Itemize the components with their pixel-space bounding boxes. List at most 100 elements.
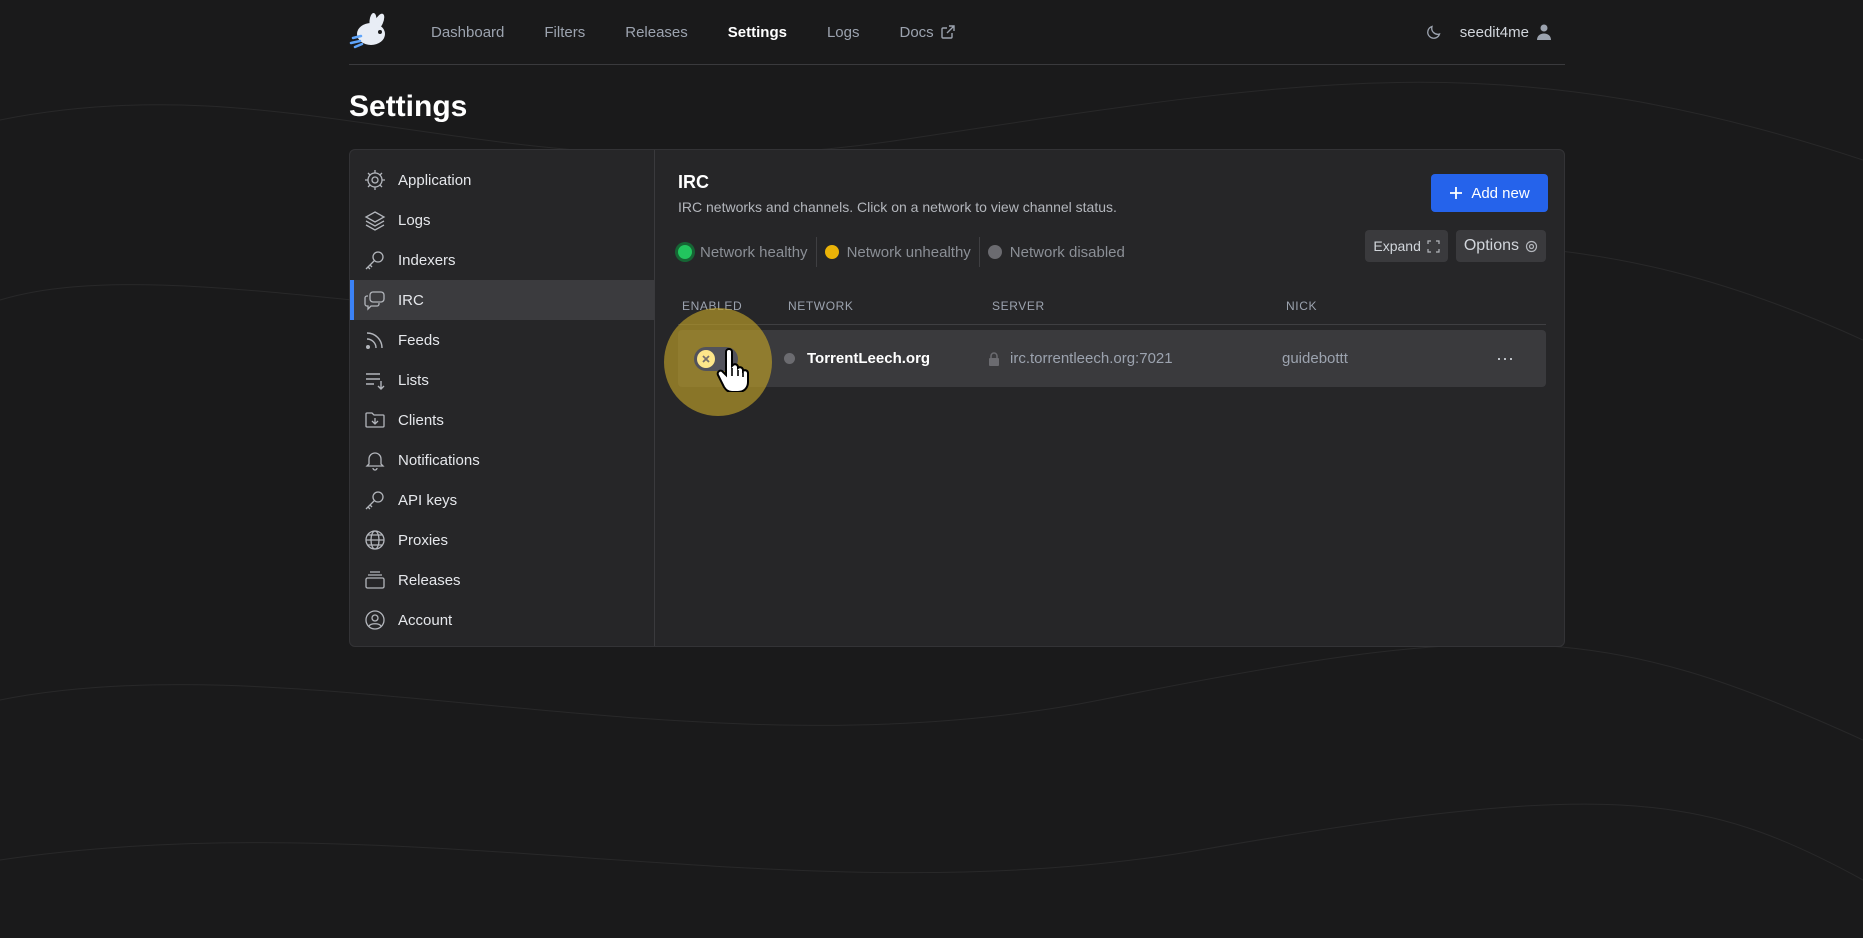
username: seedit4me (1459, 23, 1529, 41)
healthy-dot (678, 245, 692, 259)
list-icon (364, 369, 386, 391)
column-nick[interactable]: Nick (1286, 299, 1486, 313)
x-icon (702, 354, 710, 363)
irc-toolbar: Expand Options (1365, 230, 1546, 262)
nav-dashboard-label: Dashboard (431, 23, 505, 41)
network-cell: TorrentLeech.org (784, 350, 988, 367)
column-server[interactable]: Server (992, 299, 1286, 313)
user-icon (1537, 24, 1551, 40)
nav-settings[interactable]: Settings (708, 24, 807, 41)
sidebar-item-label: Proxies (398, 531, 449, 549)
sidebar-item-application[interactable]: Application (350, 160, 654, 200)
options-label: Options (1463, 237, 1519, 254)
bell-icon (364, 449, 386, 471)
sidebar-item-label: Account (398, 611, 453, 629)
column-enabled[interactable]: Enabled (682, 299, 788, 313)
sidebar-item-label: Application (398, 171, 472, 189)
enabled-toggle[interactable] (694, 346, 738, 371)
expand-button[interactable]: Expand (1365, 230, 1448, 262)
legend-healthy: Network healthy (678, 237, 816, 267)
settings-sidebar: Application Logs Indexers IRC Feeds List… (350, 150, 655, 646)
sidebar-item-label: Indexers (398, 251, 456, 269)
nav-logs-label: Logs (826, 23, 860, 41)
user-menu[interactable]: seedit4me (1460, 24, 1551, 41)
key-icon (364, 249, 386, 271)
lock-icon (989, 351, 999, 366)
layers-icon (364, 209, 386, 231)
nav-settings-label: Settings (727, 23, 787, 41)
sidebar-item-api-keys[interactable]: API keys (350, 480, 654, 520)
nav-filters[interactable]: Filters (524, 24, 605, 41)
sidebar-item-lists[interactable]: Lists (350, 360, 654, 400)
nav-docs-label: Docs (899, 23, 934, 41)
sidebar-item-label: API keys (398, 491, 458, 509)
legend-healthy-label: Network healthy (700, 243, 808, 261)
nav-logs[interactable]: Logs (807, 24, 880, 41)
top-navbar: Dashboard Filters Releases Settings Logs… (349, 0, 1565, 65)
sidebar-item-label: Feeds (398, 331, 440, 349)
globe-icon (364, 529, 386, 551)
sidebar-item-label: Clients (398, 411, 444, 429)
nav-right: seedit4me (1426, 24, 1551, 41)
irc-title: IRC (678, 172, 709, 192)
unhealthy-dot (824, 245, 839, 259)
nav-links: Dashboard Filters Releases Settings Logs… (411, 24, 976, 41)
column-network[interactable]: Network (788, 299, 992, 313)
gear-icon (364, 169, 386, 191)
moon-icon[interactable] (1426, 24, 1442, 40)
add-network-label: Add new (1471, 184, 1530, 202)
irc-networks-table: Enabled Network Server Nick (664, 299, 1546, 416)
add-network-button[interactable]: Add new (1431, 174, 1548, 212)
sidebar-item-clients[interactable]: Clients (350, 400, 654, 440)
sidebar-item-label: Notifications (398, 451, 480, 469)
autobrr-logo[interactable] (349, 11, 391, 53)
nav-docs[interactable]: Docs (880, 24, 976, 41)
rss-icon (364, 329, 386, 351)
sidebar-item-label: IRC (398, 291, 424, 309)
network-name: TorrentLeech.org (807, 350, 931, 367)
plus-icon (1450, 187, 1463, 199)
sidebar-item-proxies[interactable]: Proxies (350, 520, 654, 560)
server-address: irc.torrentleech.org:7021 (1010, 350, 1173, 367)
sidebar-item-logs[interactable]: Logs (350, 200, 654, 240)
gear-icon (1525, 240, 1538, 252)
key-icon (364, 489, 386, 511)
sidebar-item-label: Releases (398, 571, 461, 589)
sidebar-item-label: Lists (398, 371, 429, 389)
nick-cell: guidebottt (1282, 350, 1348, 367)
nav-releases-label: Releases (625, 23, 688, 41)
legend-unhealthy: Network unhealthy (817, 237, 979, 267)
table-header: Enabled Network Server Nick (678, 299, 1546, 325)
expand-icon (1427, 239, 1440, 253)
server-cell: irc.torrentleech.org:7021 (988, 350, 1282, 367)
irc-description: IRC networks and channels. Click on a ne… (678, 199, 1117, 215)
settings-panel: Application Logs Indexers IRC Feeds List… (349, 149, 1565, 647)
chat-icon (364, 289, 386, 311)
nav-dashboard[interactable]: Dashboard (411, 24, 524, 41)
nav-filters-label: Filters (544, 23, 586, 41)
nav-releases[interactable]: Releases (605, 24, 708, 41)
row-actions-menu[interactable]: ··· (1482, 348, 1546, 369)
legend-disabled-label: Network disabled (1009, 243, 1125, 261)
sidebar-item-irc[interactable]: IRC (350, 280, 654, 320)
disabled-dot (987, 245, 1002, 259)
user-circle-icon (364, 609, 386, 631)
page-title: Settings (349, 90, 468, 123)
sidebar-item-feeds[interactable]: Feeds (350, 320, 654, 360)
legend-disabled: Network disabled (980, 237, 1133, 267)
folder-download-icon (364, 409, 386, 431)
expand-label: Expand (1373, 238, 1421, 254)
enabled-cell (664, 308, 784, 416)
sidebar-item-releases[interactable]: Releases (350, 560, 654, 600)
sidebar-item-indexers[interactable]: Indexers (350, 240, 654, 280)
table-row[interactable]: TorrentLeech.org irc.torrentleech.org:70… (664, 308, 1546, 416)
sidebar-item-account[interactable]: Account (350, 600, 654, 640)
legend-unhealthy-label: Network unhealthy (846, 243, 971, 261)
sidebar-item-label: Logs (398, 211, 431, 229)
inbox-stack-icon (364, 569, 386, 591)
network-status-dot (784, 353, 795, 364)
sidebar-item-notifications[interactable]: Notifications (350, 440, 654, 480)
toggle-knob (697, 349, 715, 368)
options-button[interactable]: Options (1455, 230, 1546, 262)
external-link-icon (940, 25, 955, 39)
